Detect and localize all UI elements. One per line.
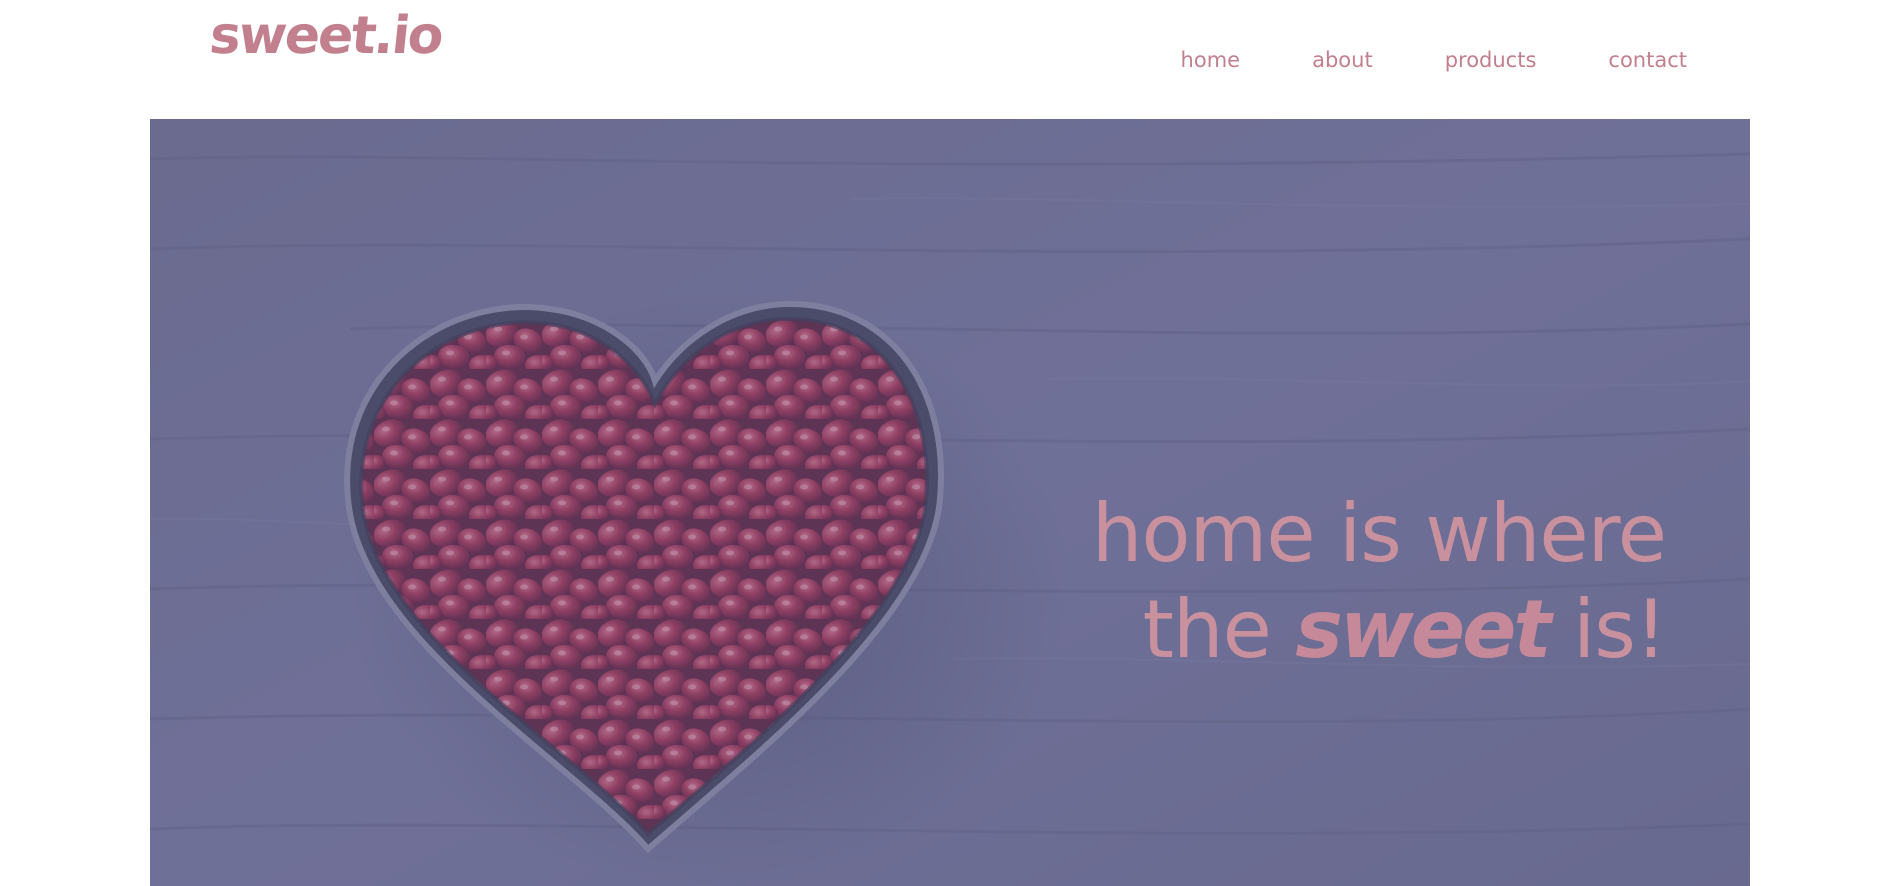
main-nav: home about products contact bbox=[1109, 48, 1687, 73]
headline-emphasis: sweet bbox=[1295, 583, 1551, 676]
nav-link-home[interactable]: home bbox=[1181, 48, 1241, 73]
nav-link-about[interactable]: about bbox=[1312, 48, 1373, 73]
nav-link-contact[interactable]: contact bbox=[1608, 48, 1687, 73]
headline-line-2: the sweet is! bbox=[1092, 582, 1667, 678]
site-logo[interactable]: sweet.io bbox=[207, 6, 445, 66]
nav-link-products[interactable]: products bbox=[1445, 48, 1537, 73]
headline-line-1: home is where bbox=[1091, 487, 1667, 580]
hero-banner: home is where the sweet is! bbox=[150, 119, 1750, 886]
headline-suffix: is! bbox=[1573, 583, 1667, 676]
hero-headline: home is where the sweet is! bbox=[1091, 486, 1667, 678]
site-header: sweet.io home about products contact bbox=[0, 0, 1889, 119]
headline-prefix: the bbox=[1142, 583, 1272, 676]
